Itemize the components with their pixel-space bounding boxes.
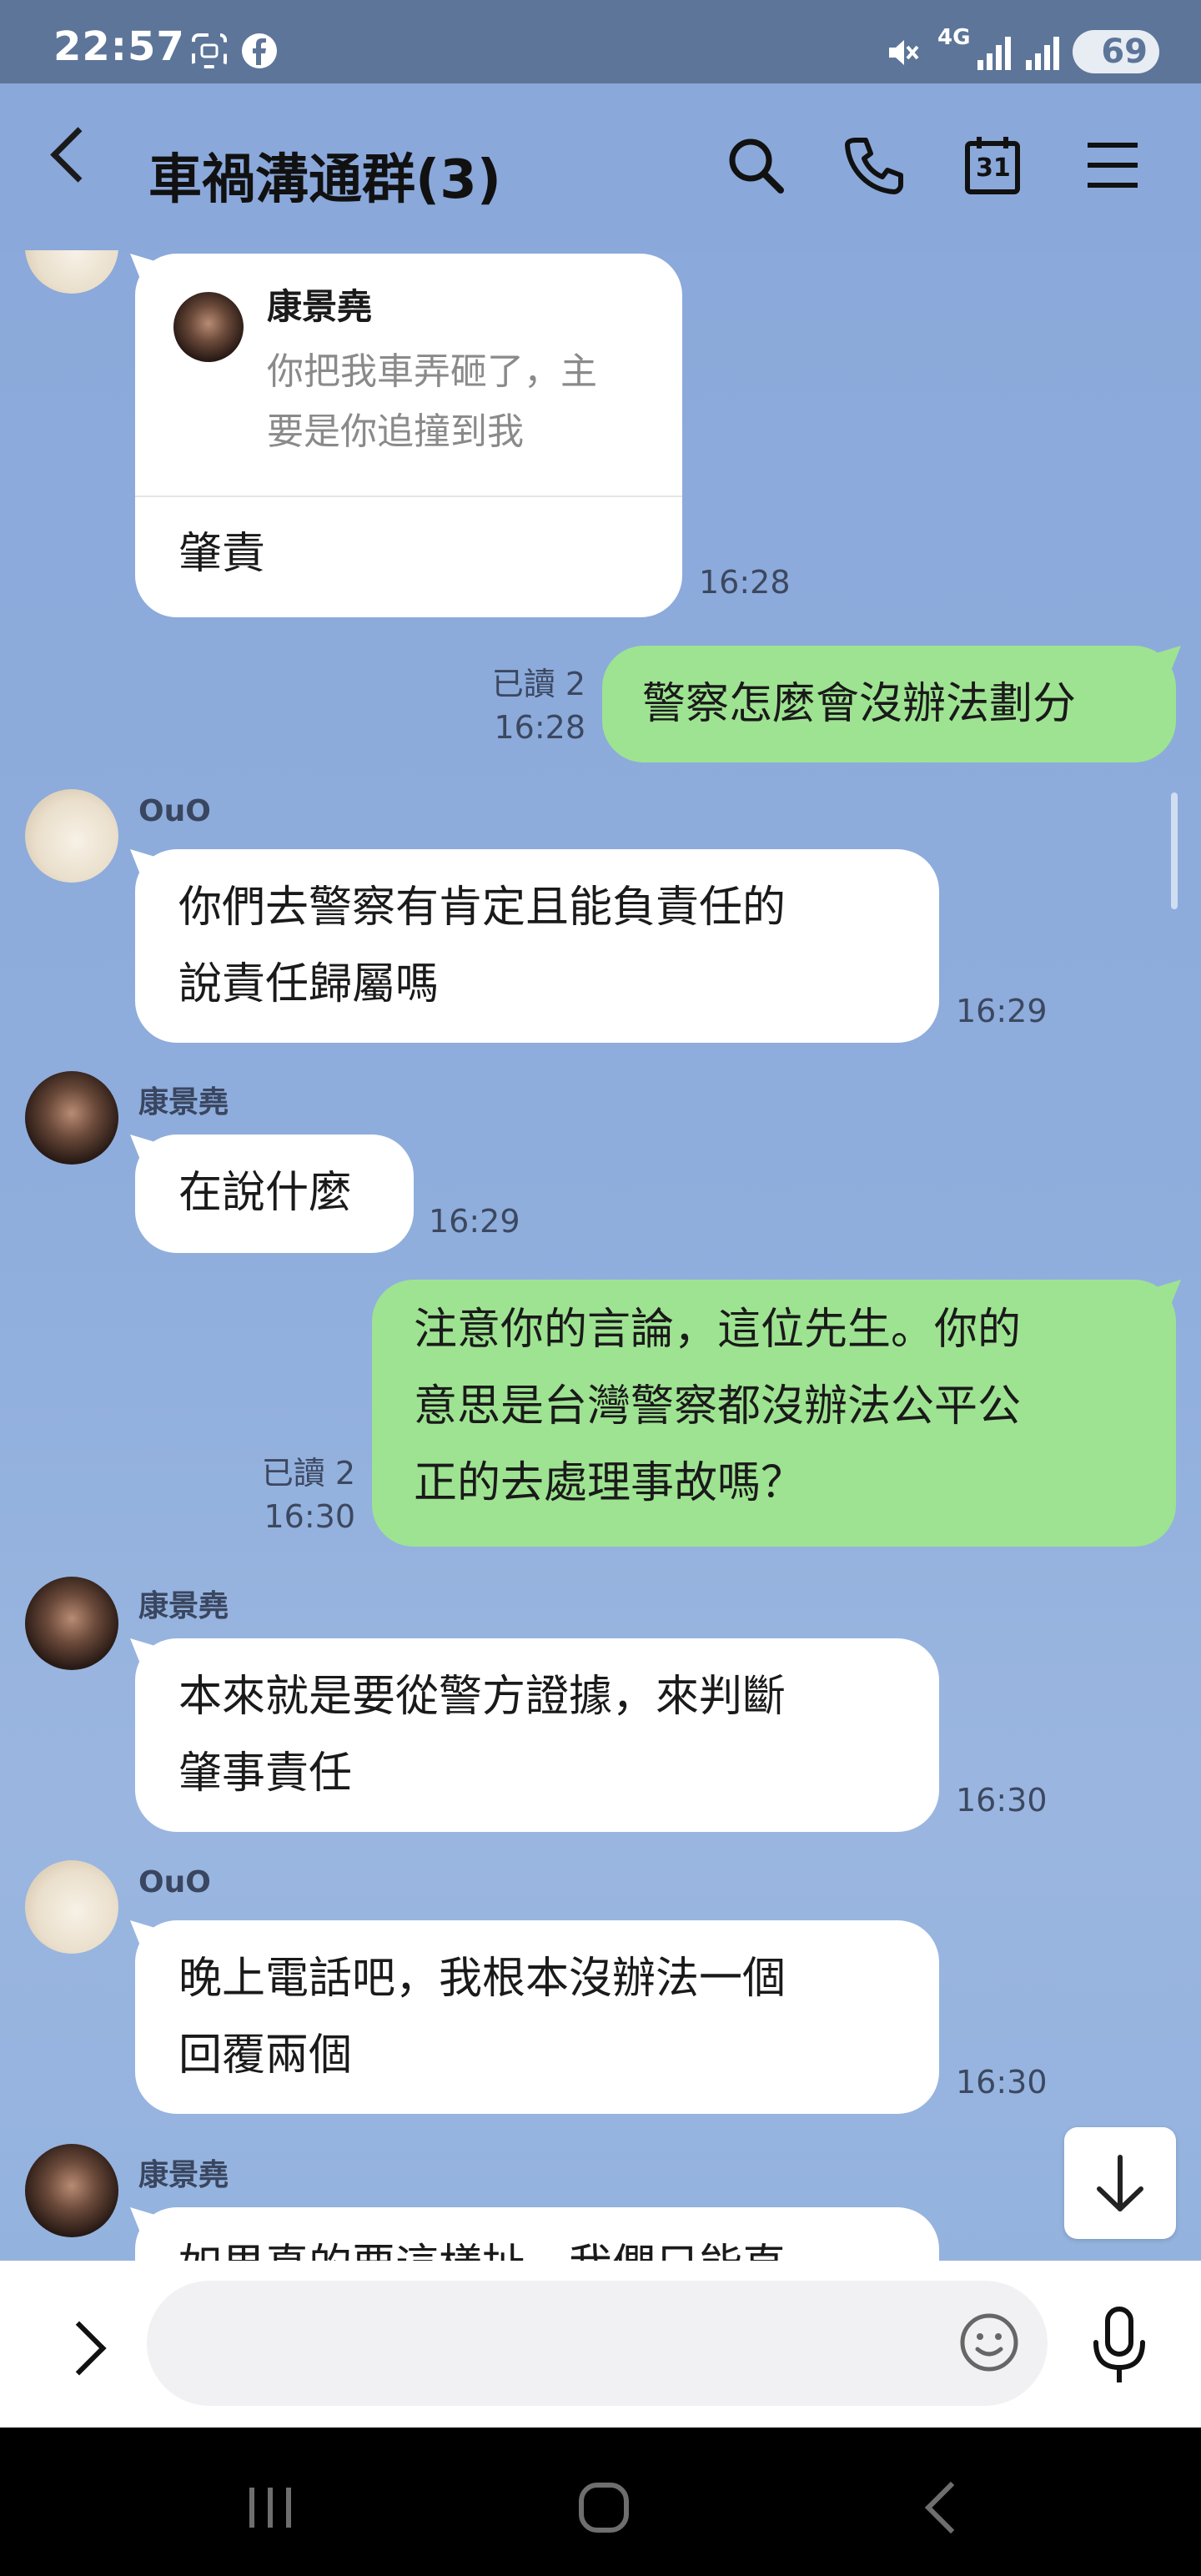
message-bubble[interactable]: 如果真的要這樣扯，我們只能直 <box>130 2207 939 2261</box>
avatar <box>173 292 244 362</box>
chat-title: 車禍溝通群(3) <box>148 149 502 211</box>
network-label: 4G <box>937 25 971 50</box>
scrollbar[interactable] <box>1171 792 1178 909</box>
quoted-reply[interactable]: 康景堯 你把我車弄砸了，主 要是你追撞到我 <box>135 254 682 497</box>
message-text: 本來就是要從警方證據，來判斷 肇事責任 <box>178 1672 786 1799</box>
message-text: 肇責 <box>178 529 266 579</box>
sender-name: 康景堯 <box>138 2158 229 2192</box>
recent-apps-icon[interactable] <box>244 2484 297 2531</box>
avatar[interactable] <box>25 250 118 294</box>
back-nav-icon[interactable] <box>924 2481 977 2534</box>
mute-icon <box>889 40 919 65</box>
avatar[interactable] <box>25 1071 118 1165</box>
calendar-day: 31 <box>976 153 1011 183</box>
message-text: 注意你的言論，這位先生。你的 意思是台灣警察都沒辦法公平公 正的去處理事故嗎？ <box>414 1305 1022 1508</box>
message-time: 16:29 <box>429 1203 520 1240</box>
emoji-icon[interactable] <box>957 2311 1021 2374</box>
message-text: 晚上電話吧，我根本沒辦法一個 回覆兩個 <box>178 1954 786 2080</box>
message-text: 在說什麼 <box>178 1168 353 1218</box>
message-bubble[interactable]: 注意你的言論，這位先生。你的 意思是台灣警察都沒辦法公平公 正的去處理事故嗎？ <box>372 1280 1181 1547</box>
battery-icon: 69 <box>1073 30 1159 73</box>
status-bar: 22:57 4G 69 <box>0 0 1201 83</box>
status-time: 22:57 <box>53 23 185 70</box>
message-input[interactable] <box>147 2281 1048 2406</box>
message-bubble[interactable]: 在說什麼 <box>130 1135 414 1253</box>
menu-icon[interactable] <box>1079 132 1146 199</box>
input-bar <box>0 2261 1201 2428</box>
screenshot-icon <box>192 33 227 68</box>
phone-icon[interactable] <box>841 132 907 199</box>
sender-name: 康景堯 <box>138 1589 229 1623</box>
sender-name: OuO <box>138 1865 211 1899</box>
scroll-to-bottom-button[interactable] <box>1064 2127 1176 2239</box>
back-icon[interactable] <box>50 127 106 183</box>
avatar[interactable] <box>25 1860 118 1954</box>
message-text: 如果真的要這樣扯，我們只能直 <box>178 2241 786 2261</box>
avatar[interactable] <box>25 1577 118 1670</box>
message-bubble[interactable]: 晚上電話吧，我根本沒辦法一個 回覆兩個 <box>130 1920 939 2114</box>
message-time: 16:30 <box>956 1782 1048 1819</box>
message-bubble[interactable]: 警察怎麼會沒辦法劃分 <box>602 646 1181 762</box>
message-time: 16:29 <box>956 993 1048 1029</box>
read-receipt: 已讀 2 16:28 <box>491 666 585 746</box>
message-bubble[interactable]: 康景堯 你把我車弄砸了，主 要是你追撞到我 肇責 <box>130 254 682 617</box>
avatar[interactable] <box>25 2144 118 2237</box>
message-time: 16:30 <box>956 2064 1048 2101</box>
signal-icon <box>977 37 1011 70</box>
message-bubble[interactable]: 你們去警察有肯定且能負責任的 說責任歸屬嗎 <box>130 849 939 1043</box>
expand-icon[interactable] <box>52 2321 107 2376</box>
message-text: 警察怎麼會沒辦法劃分 <box>642 679 1077 729</box>
message-text: 你們去警察有肯定且能負責任的 說責任歸屬嗎 <box>178 883 786 1009</box>
search-icon[interactable] <box>722 132 789 199</box>
arrow-down-icon <box>1097 2155 1143 2211</box>
message-list[interactable]: 康景堯 你把我車弄砸了，主 要是你追撞到我 肇責 16:28 已讀 2 16:2… <box>0 250 1201 2261</box>
quoted-text: 你把我車弄砸了，主 要是你追撞到我 <box>267 350 597 453</box>
home-icon[interactable] <box>579 2483 629 2533</box>
avatar[interactable] <box>25 789 118 883</box>
message-bubble[interactable]: 本來就是要從警方證據，來判斷 肇事責任 <box>130 1638 939 1832</box>
sender-name: 康景堯 <box>138 1085 229 1119</box>
read-receipt: 已讀 2 16:30 <box>261 1455 355 1535</box>
chat-header: 車禍溝通群(3) 31 <box>0 83 1201 250</box>
sender-name: OuO <box>138 794 211 828</box>
signal-icon <box>1026 37 1059 70</box>
microphone-icon[interactable] <box>1084 2304 1154 2387</box>
quoted-sender: 康景堯 <box>267 286 373 327</box>
system-nav-bar <box>0 2428 1201 2576</box>
facebook-icon <box>242 33 277 68</box>
message-time: 16:28 <box>699 564 791 601</box>
